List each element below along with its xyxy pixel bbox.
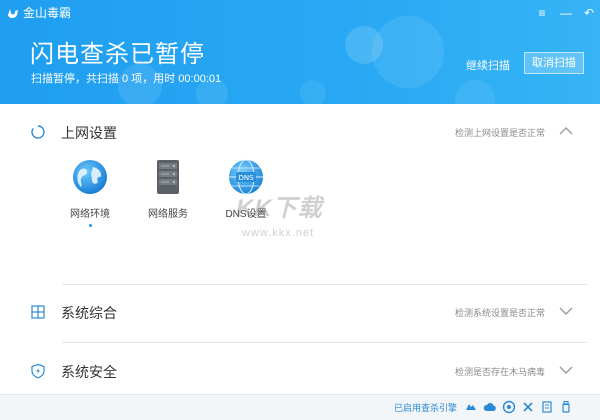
decor-bubble bbox=[372, 16, 444, 88]
shield-scan-icon[interactable] bbox=[502, 400, 516, 414]
document-icon[interactable] bbox=[540, 400, 554, 414]
section-security-status: 检测是否存在木马病毒 bbox=[455, 367, 546, 377]
menu-icon[interactable]: ≡ bbox=[533, 4, 551, 22]
dns-badge-text: DNS bbox=[238, 174, 254, 182]
globe-icon bbox=[73, 160, 107, 194]
section-network-status: 检测上网设置是否正常 bbox=[455, 128, 546, 138]
engine-status-link[interactable]: 已启用查杀引擎 bbox=[394, 401, 457, 414]
scan-status-title: 闪电查杀已暂停 bbox=[30, 41, 205, 68]
network-item-service[interactable]: 网络服务 bbox=[140, 158, 196, 227]
tools-icon[interactable] bbox=[521, 400, 535, 414]
chevron-down-icon[interactable] bbox=[558, 305, 574, 317]
app-logo: 金山毒霸 bbox=[6, 4, 71, 21]
section-network: 上网设置 检测上网设置是否正常 网络环境 网络服务 DNS DNS设置 KK下载… bbox=[0, 118, 600, 288]
section-security-title: 系统安全 bbox=[61, 364, 117, 380]
resume-scan-link[interactable]: 继续扫描 bbox=[466, 57, 510, 73]
usb-icon[interactable] bbox=[559, 400, 573, 414]
back-button[interactable]: ↶ bbox=[580, 4, 598, 22]
header: 金山毒霸 ≡ — ↶ 闪电查杀已暂停 扫描暂停，共扫描 0 项，用时 00:00… bbox=[0, 0, 600, 104]
watermark-logo-text: KK下载 bbox=[236, 195, 323, 222]
scan-summary: 扫描暂停，共扫描 0 项，用时 00:00:01 bbox=[31, 73, 222, 85]
app-name: 金山毒霸 bbox=[23, 6, 72, 20]
engine-icons bbox=[464, 400, 573, 414]
section-network-title: 上网设置 bbox=[61, 125, 117, 141]
section-system-title: 系统综合 bbox=[61, 305, 117, 321]
watermark-url: www.kkx.net bbox=[242, 227, 315, 239]
chevron-up-icon[interactable] bbox=[558, 125, 574, 137]
network-item-environment[interactable]: 网络环境 bbox=[62, 158, 118, 227]
windows-icon bbox=[31, 305, 45, 319]
cancel-scan-button[interactable]: 取消扫描 bbox=[524, 52, 584, 74]
cloud-icon[interactable] bbox=[483, 400, 497, 414]
duba-logo-icon bbox=[8, 8, 18, 18]
shield-icon bbox=[31, 363, 45, 379]
section-divider bbox=[62, 284, 587, 285]
network-item-environment-label: 网络环境 bbox=[70, 209, 110, 220]
section-divider bbox=[62, 342, 587, 343]
active-indicator bbox=[88, 224, 92, 227]
chevron-down-icon[interactable] bbox=[558, 364, 574, 376]
section-security: 系统安全 检测是否存在木马病毒 bbox=[0, 357, 600, 391]
section-system-status: 检测系统设置是否正常 bbox=[455, 308, 546, 318]
network-item-service-label: 网络服务 bbox=[148, 209, 188, 220]
loading-spinner-icon bbox=[31, 125, 45, 139]
minimize-button[interactable]: — bbox=[557, 4, 575, 22]
footer-bar: 已启用查杀引擎 bbox=[0, 394, 600, 420]
section-security-header[interactable]: 系统安全 检测是否存在木马病毒 bbox=[0, 357, 600, 387]
server-icon bbox=[157, 160, 179, 194]
section-network-header[interactable]: 上网设置 检测上网设置是否正常 bbox=[0, 118, 600, 148]
title-bar: 金山毒霸 ≡ — ↶ bbox=[0, 0, 600, 26]
section-system-header[interactable]: 系统综合 检测系统设置是否正常 bbox=[0, 298, 600, 328]
decor-bubble bbox=[300, 80, 326, 104]
watermark: KK下载 www.kkx.net bbox=[236, 188, 323, 241]
cloud-engine-icon[interactable] bbox=[464, 400, 478, 414]
section-system: 系统综合 检测系统设置是否正常 bbox=[0, 298, 600, 338]
decor-bubble bbox=[455, 80, 495, 104]
